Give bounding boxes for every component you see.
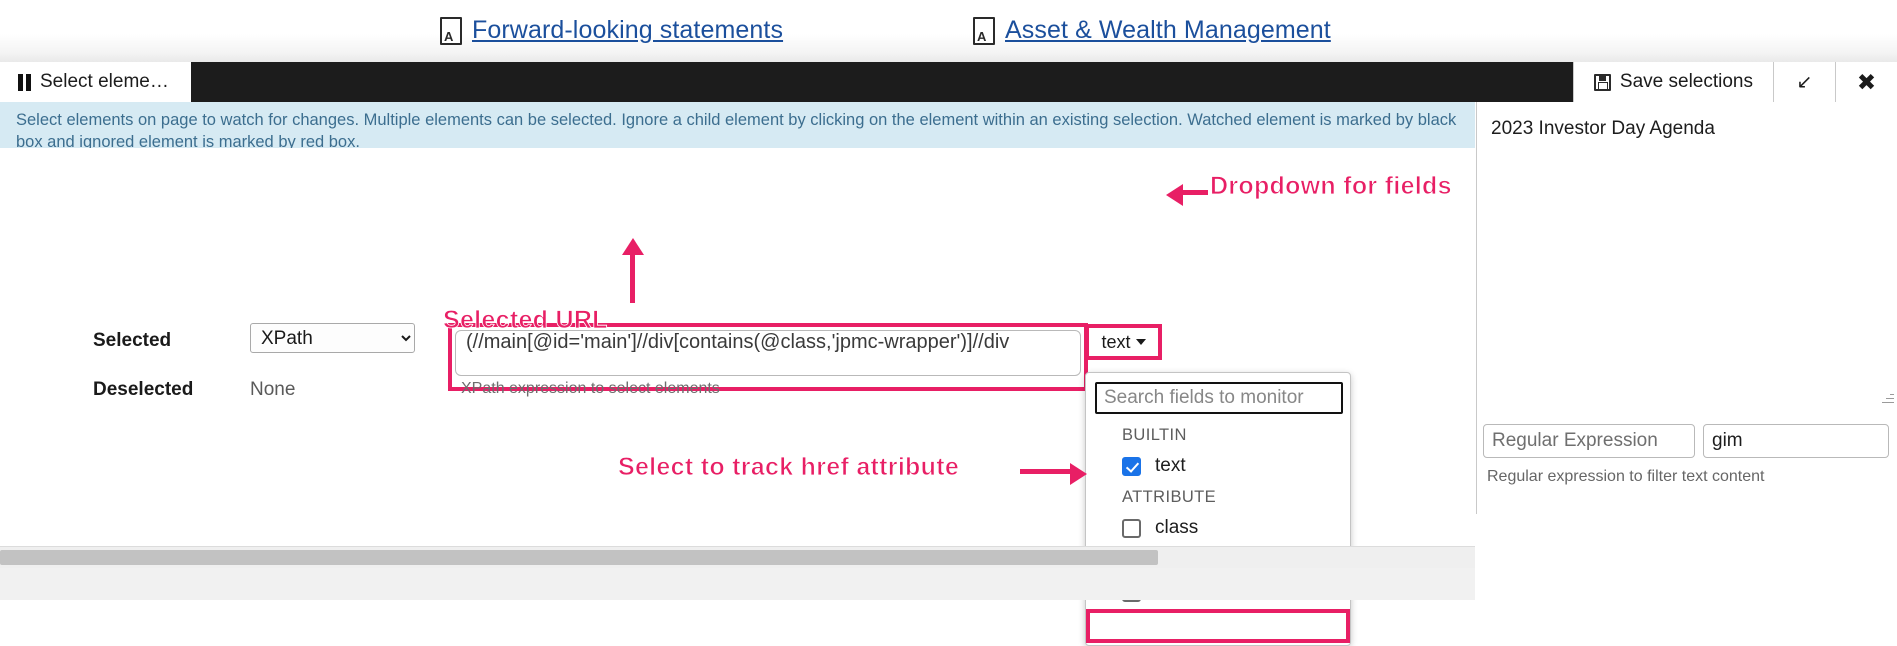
panel-titlebar: Select eleme… Save selections ↙ ✖ bbox=[0, 62, 1897, 102]
fields-dropdown-popup: BUILTINtextATTRIBUTEclassdata-pt-namehre… bbox=[1085, 372, 1351, 646]
collapse-arrows-icon[interactable]: ↙ bbox=[1773, 62, 1835, 102]
selected-label: Selected bbox=[93, 330, 172, 351]
fields-dropdown-button[interactable]: text bbox=[1089, 328, 1158, 356]
deselected-label: Deselected bbox=[93, 379, 194, 400]
save-selections-label: Save selections bbox=[1619, 71, 1753, 92]
tab-select-element[interactable]: Select eleme… bbox=[0, 62, 191, 102]
preview-textarea[interactable] bbox=[1477, 102, 1897, 412]
field-option-label: class bbox=[1155, 517, 1199, 538]
chevron-down-icon bbox=[1135, 339, 1146, 345]
regex-row bbox=[1477, 424, 1897, 458]
checkbox-text-icon[interactable] bbox=[1122, 456, 1141, 476]
field-option-class[interactable]: class bbox=[1086, 512, 1350, 544]
fields-dropdown-label: text bbox=[1101, 331, 1131, 352]
regular-expression-input[interactable] bbox=[1483, 424, 1695, 458]
checkbox-class-icon[interactable] bbox=[1122, 518, 1141, 538]
element-selector-panel: Select eleme… Save selections ↙ ✖ Select… bbox=[0, 62, 1897, 646]
pdf-link-asset-wealth-management[interactable]: Asset & Wealth Management bbox=[973, 16, 1331, 45]
floppy-disk-icon bbox=[1593, 73, 1611, 91]
horizontal-scrollbar[interactable] bbox=[0, 546, 1475, 568]
xpath-hint: XPath expression to select elements bbox=[461, 380, 720, 397]
xpath-input[interactable]: (//main[@id='main']//div[contains(@class… bbox=[455, 330, 1081, 376]
minimize-glyph: ↙ bbox=[1796, 71, 1813, 93]
scrollbar-thumb[interactable] bbox=[0, 550, 1158, 565]
panel-footer bbox=[0, 568, 1475, 600]
preview-sidebar: Regular expression to filter text conten… bbox=[1476, 102, 1897, 514]
deselected-value: None bbox=[250, 379, 296, 400]
annotation-selected-url: Selected URL bbox=[443, 306, 608, 335]
annotation-dropdown-for-fields: Dropdown for fields bbox=[1210, 172, 1452, 201]
titlebar-spacer bbox=[191, 62, 1573, 102]
pdf-link-label[interactable]: Forward-looking statements bbox=[472, 16, 783, 45]
resize-handle-icon[interactable] bbox=[1880, 392, 1894, 406]
regex-hint: Regular expression to filter text conten… bbox=[1487, 468, 1765, 485]
field-option-text[interactable]: text bbox=[1086, 450, 1350, 482]
selector-type-select[interactable]: XPathCSSText bbox=[250, 323, 415, 353]
fields-group-title: BUILTIN bbox=[1122, 426, 1187, 444]
close-icon[interactable]: ✖ bbox=[1835, 62, 1897, 102]
fields-group-title: ATTRIBUTE bbox=[1122, 488, 1217, 506]
pdf-link-forward-looking-statements[interactable]: Forward-looking statements bbox=[440, 16, 783, 45]
save-selections-button[interactable]: Save selections bbox=[1572, 62, 1773, 102]
field-option-label: text bbox=[1155, 455, 1186, 476]
pdf-icon bbox=[440, 16, 462, 45]
pdf-link-label[interactable]: Asset & Wealth Management bbox=[1005, 16, 1331, 45]
pause-icon bbox=[18, 73, 31, 91]
annotation-track-href: Select to track href attribute bbox=[618, 453, 960, 482]
regex-flags-input[interactable] bbox=[1703, 424, 1889, 458]
underlying-page-strip: Forward-looking statements Asset & Wealt… bbox=[0, 0, 1897, 62]
search-fields-input[interactable] bbox=[1095, 382, 1343, 414]
close-glyph: ✖ bbox=[1856, 68, 1877, 95]
tab-select-element-label: Select eleme… bbox=[40, 71, 169, 92]
pdf-icon bbox=[973, 16, 995, 45]
